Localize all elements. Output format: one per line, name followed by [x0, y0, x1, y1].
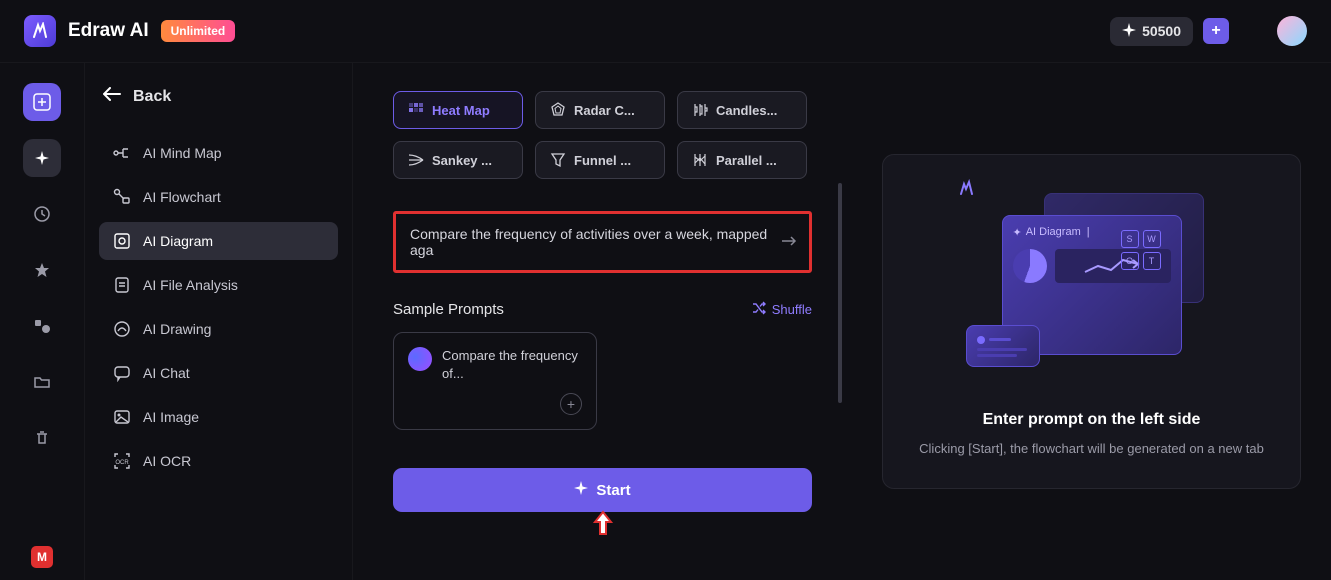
scrollbar[interactable]: [838, 183, 842, 403]
clock-icon[interactable]: [23, 195, 61, 233]
chip-parallel[interactable]: Parallel ...: [677, 141, 807, 179]
image-icon: [113, 408, 131, 426]
prompt-text: Compare the frequency of activities over…: [410, 226, 767, 258]
chip-label: Radar C...: [574, 103, 635, 118]
swot-cell: T: [1143, 252, 1161, 270]
preview-title: Enter prompt on the left side: [983, 411, 1201, 429]
nav-ai-image[interactable]: AI Image: [99, 398, 338, 436]
sample-bubble-icon: [408, 347, 432, 371]
nav-ai-drawing[interactable]: AI Drawing: [99, 310, 338, 348]
nav-label: AI Chat: [143, 365, 190, 381]
shuffle-button[interactable]: Shuffle: [752, 301, 812, 318]
svg-text:OCR: OCR: [115, 460, 129, 466]
heatmap-icon: [408, 102, 424, 118]
credits-display[interactable]: 50500: [1110, 17, 1193, 46]
chip-label: Funnel ...: [574, 153, 631, 168]
chip-heat-map[interactable]: Heat Map: [393, 91, 523, 129]
swot-cell: O: [1121, 252, 1139, 270]
swot-cell: W: [1143, 230, 1161, 248]
nav-label: AI OCR: [143, 453, 191, 469]
nav-ai-ocr[interactable]: OCR AI OCR: [99, 442, 338, 480]
folder-icon[interactable]: [23, 363, 61, 401]
trash-icon[interactable]: [23, 419, 61, 457]
back-button[interactable]: Back: [99, 83, 338, 110]
plan-badge: Unlimited: [161, 20, 236, 42]
preview-panel: ✦ AI Diagram | S W O T: [882, 154, 1301, 490]
new-button[interactable]: [23, 83, 61, 121]
preview-description: Clicking [Start], the flowchart will be …: [919, 439, 1264, 459]
mindmap-icon: [113, 144, 131, 162]
arrow-left-icon: [103, 87, 121, 106]
credits-value: 50500: [1142, 23, 1181, 39]
radar-icon: [550, 102, 566, 118]
sample-prompt-card[interactable]: Compare the frequency of... +: [393, 332, 597, 430]
sparkle-icon: [574, 481, 588, 499]
diagram-icon: [113, 232, 131, 250]
chip-candlestick[interactable]: Candles...: [677, 91, 807, 129]
add-credits-button[interactable]: +: [1203, 18, 1229, 44]
nav-label: AI Mind Map: [143, 145, 222, 161]
start-label: Start: [596, 482, 630, 499]
file-icon: [113, 276, 131, 294]
prompt-input[interactable]: Compare the frequency of activities over…: [393, 211, 812, 273]
chip-label: Heat Map: [432, 103, 490, 118]
user-avatar[interactable]: [1277, 16, 1307, 46]
shapes-icon[interactable]: [23, 307, 61, 345]
brand-title: Edraw AI: [68, 20, 149, 42]
funnel-icon: [550, 152, 566, 168]
sparkle-icon: [1122, 23, 1136, 40]
sample-text: Compare the frequency of...: [442, 347, 582, 383]
nav-label: AI File Analysis: [143, 277, 238, 293]
chip-funnel[interactable]: Funnel ...: [535, 141, 665, 179]
candlestick-icon: [692, 102, 708, 118]
chip-label: Candles...: [716, 103, 777, 118]
drawing-icon: [113, 320, 131, 338]
arrow-right-icon: [781, 234, 797, 250]
shuffle-icon: [752, 301, 766, 318]
sample-prompts-title: Sample Prompts: [393, 301, 504, 318]
star-icon[interactable]: [23, 251, 61, 289]
sankey-icon: [408, 152, 424, 168]
preview-illustration: ✦ AI Diagram | S W O T: [962, 185, 1222, 385]
chip-radar-chart[interactable]: Radar C...: [535, 91, 665, 129]
shuffle-label: Shuffle: [772, 302, 812, 317]
back-label: Back: [133, 88, 171, 106]
nav-label: AI Image: [143, 409, 199, 425]
arrow-up-indicator-icon: [592, 510, 614, 540]
chip-label: Parallel ...: [716, 153, 777, 168]
ocr-icon: OCR: [113, 452, 131, 470]
nav-ai-chat[interactable]: AI Chat: [99, 354, 338, 392]
illustration-label: AI Diagram: [1026, 226, 1081, 238]
nav-ai-mind-map[interactable]: AI Mind Map: [99, 134, 338, 172]
nav-ai-file-analysis[interactable]: AI File Analysis: [99, 266, 338, 304]
nav-ai-diagram[interactable]: AI Diagram: [99, 222, 338, 260]
notification-badge[interactable]: M: [31, 546, 53, 568]
app-logo: [24, 15, 56, 47]
nav-label: AI Diagram: [143, 233, 213, 249]
nav-label: AI Flowchart: [143, 189, 221, 205]
start-button[interactable]: Start: [393, 468, 812, 512]
chip-label: Sankey ...: [432, 153, 492, 168]
nav-label: AI Drawing: [143, 321, 211, 337]
chip-sankey[interactable]: Sankey ...: [393, 141, 523, 179]
flowchart-icon: [113, 188, 131, 206]
nav-ai-flowchart[interactable]: AI Flowchart: [99, 178, 338, 216]
parallel-icon: [692, 152, 708, 168]
chat-icon: [113, 364, 131, 382]
ai-sparkle-button[interactable]: [23, 139, 61, 177]
add-sample-button[interactable]: +: [560, 393, 582, 415]
swot-cell: S: [1121, 230, 1139, 248]
